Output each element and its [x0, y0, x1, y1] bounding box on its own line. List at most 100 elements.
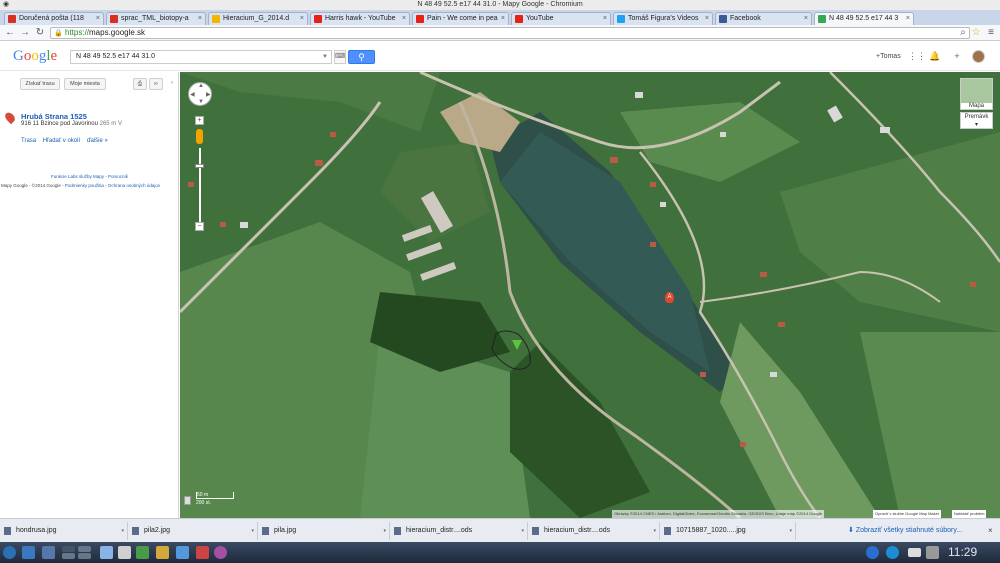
- pan-right-icon[interactable]: ▶: [206, 91, 211, 98]
- satellite-map[interactable]: A ▲ ▼ ◀ ▶ + − Mapa Premávk ▾ 50 m 200 st.…: [180, 72, 1000, 518]
- close-icon[interactable]: ×: [198, 13, 202, 25]
- download-item[interactable]: pila.jpg ▾: [258, 522, 390, 540]
- avatar[interactable]: [972, 50, 985, 63]
- zoom-slider-thumb[interactable]: [195, 164, 204, 168]
- show-all-downloads-link[interactable]: ⬇ Zobraziť všetky stiahnuté súbory...: [848, 522, 962, 540]
- volume-icon[interactable]: [926, 546, 939, 559]
- chevron-down-icon[interactable]: ▾: [251, 522, 254, 540]
- zoom-icon[interactable]: ⌕: [957, 27, 969, 39]
- user-link[interactable]: +Tomas: [876, 53, 901, 60]
- pan-left-icon[interactable]: ◀: [190, 91, 195, 98]
- map-type-toggle[interactable]: Mapa: [960, 78, 993, 110]
- terms-links[interactable]: Podmienky použitia - Ochrana osobných úd…: [65, 183, 160, 188]
- printer-icon[interactable]: [136, 546, 149, 559]
- app-icon[interactable]: [196, 546, 209, 559]
- close-icon[interactable]: ×: [705, 13, 709, 25]
- tab-youtube-harris[interactable]: Harris hawk - YouTube ×: [310, 12, 410, 25]
- close-icon[interactable]: ×: [906, 13, 910, 25]
- tab-hieracium-doc[interactable]: Hieracium_G_2014.d ×: [208, 12, 308, 25]
- green-arrow-marker-icon[interactable]: [512, 340, 522, 350]
- workspace-4-icon[interactable]: [78, 553, 91, 559]
- search-nearby-link[interactable]: Hľadať v okolí: [43, 138, 80, 144]
- workspace-1-icon[interactable]: [62, 546, 75, 552]
- traffic-overlay-button[interactable]: Premávk ▾: [960, 112, 993, 129]
- keyboard-icon[interactable]: ⌨: [334, 50, 346, 64]
- workspace-3-icon[interactable]: [62, 553, 75, 559]
- close-icon[interactable]: ×: [402, 13, 406, 25]
- chevron-down-icon[interactable]: ▼: [322, 51, 328, 63]
- zoom-out-button[interactable]: −: [195, 222, 204, 231]
- bluetooth-icon[interactable]: [866, 546, 879, 559]
- chevron-down-icon[interactable]: ▾: [121, 522, 124, 540]
- link-icon[interactable]: ∞: [149, 78, 163, 90]
- zoom-in-button[interactable]: +: [195, 116, 204, 125]
- marker-a-icon[interactable]: A: [665, 292, 674, 303]
- left-panel: Získať trasu Moje miesta ⎙ ∞ ‹ Hrubá Str…: [0, 72, 179, 518]
- chevron-down-icon[interactable]: ▾: [789, 522, 792, 540]
- forward-icon[interactable]: →: [19, 27, 31, 39]
- archive-icon[interactable]: [156, 546, 169, 559]
- place-address: 916 11 Bzince pod Javorinou 265 m V: [21, 121, 122, 127]
- chevron-down-icon[interactable]: ▾: [653, 522, 656, 540]
- more-link[interactable]: ďalšie »: [87, 138, 108, 144]
- hp-icon[interactable]: [886, 546, 899, 559]
- language-flag-icon[interactable]: [908, 548, 921, 557]
- close-icon[interactable]: ×: [804, 13, 808, 25]
- my-places-button[interactable]: Moje miesta: [64, 78, 106, 90]
- map-maker-link[interactable]: Opraviť v službe Google Map Maker: [873, 510, 942, 518]
- image-viewer-icon[interactable]: [176, 546, 189, 559]
- tab-gmail-inbox[interactable]: Doručená pošta (118 ×: [4, 12, 104, 25]
- zoom-slider-track[interactable]: [199, 148, 201, 223]
- pan-up-icon[interactable]: ▲: [198, 83, 204, 89]
- tab-facebook[interactable]: Facebook ×: [715, 12, 812, 25]
- pan-down-icon[interactable]: ▼: [198, 99, 204, 105]
- apps-grid-icon[interactable]: ⋮⋮: [908, 51, 926, 62]
- close-icon[interactable]: ×: [300, 13, 304, 25]
- reload-icon[interactable]: ↻: [34, 27, 46, 39]
- search-input[interactable]: N 48 49 52.5 e17 44 31.0 ▼: [70, 50, 332, 64]
- chevron-down-icon[interactable]: ▾: [383, 522, 386, 540]
- tab-youtube-pain[interactable]: Pain - We come in pea ×: [412, 12, 509, 25]
- route-link[interactable]: Trasa: [21, 138, 36, 144]
- desktop-icon[interactable]: [22, 546, 35, 559]
- pegman-icon[interactable]: [196, 129, 203, 144]
- close-icon[interactable]: ×: [501, 13, 505, 25]
- tab-gmail-sprac[interactable]: sprac_TML_biotopy-a ×: [106, 12, 206, 25]
- workspace-2-icon[interactable]: [78, 546, 91, 552]
- download-item[interactable]: hieracium_distr....ods ▾: [390, 522, 528, 540]
- back-icon[interactable]: ←: [4, 27, 16, 39]
- scale-toggle-icon[interactable]: [184, 496, 191, 505]
- address-bar[interactable]: 🔒 https://maps.google.sk: [50, 27, 970, 39]
- download-item[interactable]: hieracium_distr....ods ▾: [528, 522, 660, 540]
- search-button[interactable]: ⚲: [348, 50, 375, 64]
- google-logo[interactable]: Google: [13, 48, 57, 65]
- close-icon[interactable]: ×: [988, 522, 993, 540]
- youtube-icon: [314, 15, 322, 23]
- chromium-icon[interactable]: [214, 546, 227, 559]
- print-icon[interactable]: ⎙: [133, 78, 147, 90]
- menu-icon[interactable]: ≡: [985, 27, 997, 39]
- tools-icon[interactable]: [118, 546, 131, 559]
- get-directions-button[interactable]: Získať trasu: [20, 78, 60, 90]
- collapse-panel-icon[interactable]: ‹: [171, 80, 173, 86]
- notifications-bell-icon[interactable]: 🔔: [929, 51, 941, 62]
- report-problem-link[interactable]: Nahlásiť problém: [952, 510, 987, 518]
- download-item[interactable]: hondrusa.jpg ▾: [0, 522, 128, 540]
- labs-help-links[interactable]: Funkcie Labs služby Mapy - Pomocník: [0, 174, 179, 179]
- download-item[interactable]: pila2.jpg ▾: [128, 522, 258, 540]
- start-menu-icon[interactable]: [3, 546, 16, 559]
- pan-control[interactable]: ▲ ▼ ◀ ▶: [188, 82, 212, 106]
- close-icon[interactable]: ×: [603, 13, 607, 25]
- tab-google-maps[interactable]: N 48 49 52.5 e17 44 3 ×: [814, 12, 914, 25]
- star-icon[interactable]: ☆: [970, 27, 982, 39]
- files-icon[interactable]: [42, 546, 55, 559]
- tab-twitter-videos[interactable]: Tomáš Figura's Videos ×: [613, 12, 713, 25]
- text-editor-icon[interactable]: [100, 546, 113, 559]
- place-title[interactable]: Hrubá Strana 1525: [21, 112, 87, 121]
- chevron-down-icon[interactable]: ▾: [521, 522, 524, 540]
- download-item[interactable]: 10715887_1020.....jpg ▾: [660, 522, 796, 540]
- share-plus-icon[interactable]: +: [951, 51, 963, 61]
- tab-youtube[interactable]: YouTube ×: [511, 12, 611, 25]
- chromium-icon[interactable]: ◉: [2, 1, 10, 9]
- close-icon[interactable]: ×: [96, 13, 100, 25]
